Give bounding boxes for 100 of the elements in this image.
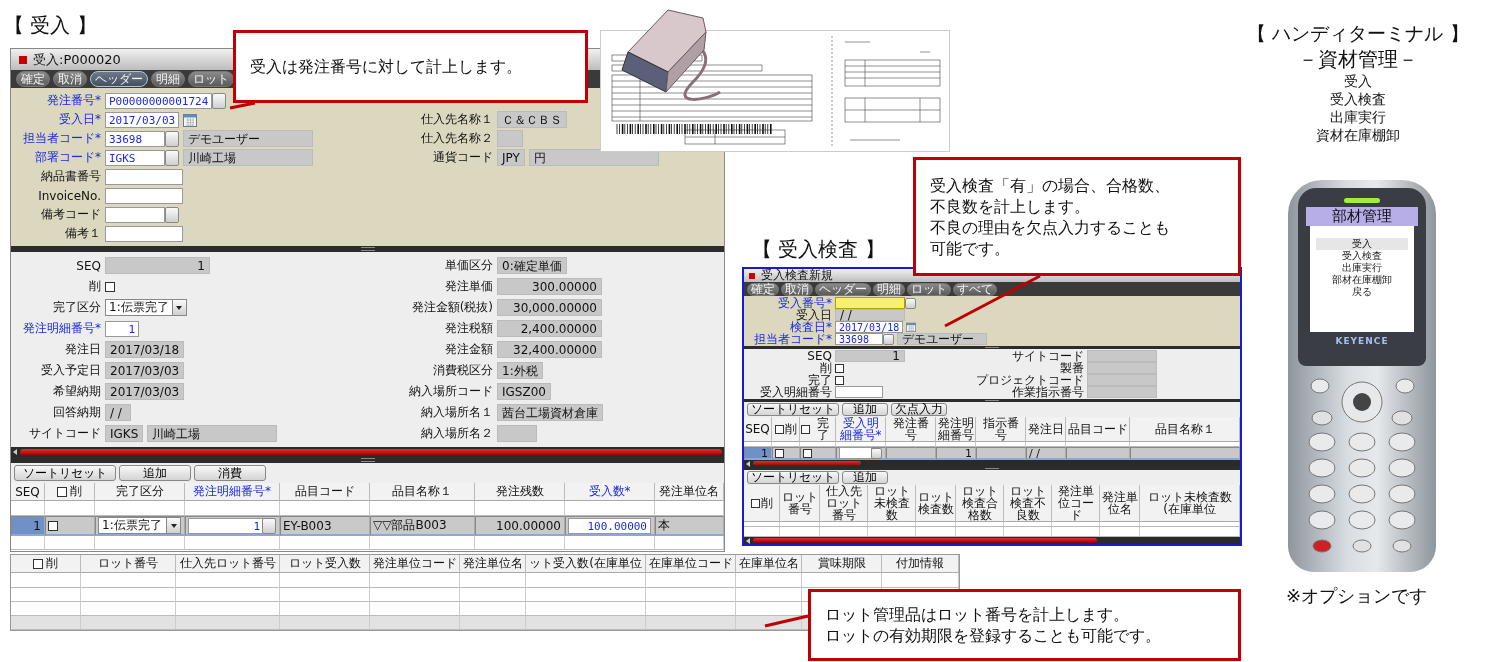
checkbox[interactable] (775, 448, 784, 458)
readonly-field: 1 (105, 257, 210, 274)
menu-item[interactable]: 受入検査 (1316, 250, 1408, 262)
input-field[interactable]: IGKS (105, 149, 165, 166)
grid-button[interactable]: 追加 (842, 403, 888, 416)
table-cell (916, 527, 956, 537)
menu-item[interactable]: 戻る (1316, 286, 1408, 298)
row-selector[interactable]: 1 (11, 516, 45, 536)
field-label: 発注日 (64, 341, 101, 358)
checkbox[interactable] (774, 424, 784, 434)
toolbar-button[interactable]: すべて (953, 282, 997, 296)
checkbox[interactable] (803, 448, 812, 458)
checkbox[interactable] (750, 498, 760, 508)
input-field[interactable]: 100.00000 (568, 517, 651, 534)
checkbox[interactable] (835, 375, 844, 385)
lookup-button[interactable] (165, 149, 179, 166)
grid-button[interactable]: 追加 (842, 471, 888, 484)
grid-button[interactable]: ソートリセット (747, 403, 839, 416)
column-header[interactable]: ロット検査不良数 (1005, 485, 1050, 521)
input-field[interactable] (835, 386, 883, 398)
table-cell (736, 588, 802, 602)
input-field[interactable] (105, 187, 183, 204)
column-header[interactable]: 仕入先ロット番号 (821, 485, 866, 521)
column-header[interactable]: 発注単位コード (1053, 485, 1098, 521)
lookup-button[interactable] (212, 92, 227, 109)
checkbox[interactable] (835, 363, 844, 373)
input-field[interactable]: 2017/03/18 (835, 321, 904, 333)
lookup-button[interactable] (165, 206, 179, 223)
toolbar-button[interactable]: 取消 (781, 282, 813, 296)
lookup-button[interactable] (165, 130, 179, 147)
field-label: 削 (88, 278, 101, 295)
input-field[interactable]: 33698 (105, 130, 165, 147)
toolbar-button[interactable]: 明細 (873, 282, 905, 296)
row-selector[interactable]: 1 (744, 447, 772, 460)
input-field[interactable]: 33698 (835, 333, 883, 345)
led-indicator (1344, 198, 1380, 203)
table-cell (460, 588, 526, 602)
checkbox[interactable] (57, 486, 67, 497)
menu-item[interactable]: 受入 (1316, 238, 1408, 250)
readonly-field: デモユーザー (183, 130, 313, 147)
menu-item[interactable]: 部材在庫棚卸 (1316, 274, 1408, 286)
toolbar-button[interactable]: 取消 (53, 71, 87, 87)
input-field[interactable]: P00000000001724 (105, 92, 213, 109)
readonly-field: / / (105, 404, 131, 421)
toolbar-button[interactable]: ヘッダー (90, 71, 148, 87)
readonly-field: 1 (835, 350, 905, 362)
toolbar-button[interactable]: 確定 (16, 71, 50, 87)
calendar-icon[interactable] (906, 322, 917, 332)
toolbar-button[interactable]: ヘッダー (815, 282, 871, 296)
grid-button[interactable]: ソートリセット (747, 471, 839, 484)
checkbox[interactable] (48, 520, 58, 531)
grid-button[interactable]: 欠点入力 (891, 403, 947, 416)
toolbar-button[interactable]: ロット (188, 71, 234, 87)
field-label: 希望納期 (52, 383, 101, 400)
menu-item[interactable]: 出庫実行 (1316, 262, 1408, 274)
dropdown-field[interactable]: 1:伝票完了 (105, 299, 187, 316)
input-field[interactable] (835, 297, 905, 309)
toolbar-button[interactable]: 確定 (747, 282, 779, 296)
grid-button[interactable]: ソートリセット (14, 465, 116, 481)
column-header[interactable]: ロット検査合格数 (957, 485, 1002, 521)
column-header[interactable]: 発注明細番号 (937, 417, 974, 441)
toolbar-button[interactable]: ロット (907, 282, 951, 296)
toolbar-button[interactable]: 明細 (151, 71, 185, 87)
input-field[interactable] (105, 206, 165, 223)
section-heading: 【 ハンディターミナル 】 (1247, 21, 1469, 46)
lookup-button[interactable] (905, 297, 916, 309)
checkbox[interactable] (33, 558, 43, 569)
field-label: 発注税額 (444, 320, 493, 337)
input-field[interactable] (105, 225, 183, 242)
column-header[interactable]: ロット未検査数 (869, 485, 914, 521)
input-field[interactable] (839, 447, 872, 459)
window-icon (19, 55, 27, 64)
lookup-button[interactable] (883, 333, 894, 345)
column-header[interactable]: 削 (46, 555, 58, 572)
column-header[interactable]: 削 (760, 497, 773, 509)
input-field[interactable]: 1 (105, 320, 139, 337)
table-cell (976, 447, 1026, 460)
column-header[interactable]: 指示番号 (977, 417, 1024, 441)
readonly-field: / / (835, 309, 905, 321)
readonly-field: デモユーザー (897, 333, 987, 345)
lookup-button[interactable] (871, 447, 882, 459)
column-header[interactable]: 発注番号 (887, 417, 934, 441)
dropdown-field[interactable]: 1:伝票完了 (98, 517, 181, 534)
readonly-field: 川崎工場 (183, 149, 313, 166)
input-field[interactable]: 2017/03/03 (105, 111, 180, 128)
grid-button[interactable]: 追加 (119, 465, 191, 481)
input-field[interactable]: 1 (188, 517, 264, 534)
readonly-field: 川崎工場 (147, 425, 278, 442)
lookup-button[interactable] (262, 517, 276, 534)
scrollbar[interactable] (744, 537, 1240, 544)
input-field[interactable] (105, 168, 183, 185)
checkbox[interactable] (801, 424, 810, 434)
field-label: 部署コード* (34, 149, 101, 166)
grid-button[interactable]: 消費 (194, 465, 266, 481)
checkbox[interactable] (105, 281, 115, 292)
readonly-field (1087, 386, 1157, 398)
column-header[interactable]: 受入明細番号* (837, 417, 884, 441)
readonly-field (497, 425, 537, 442)
calendar-icon[interactable] (183, 112, 198, 127)
field-label: 回答納期 (52, 404, 101, 421)
